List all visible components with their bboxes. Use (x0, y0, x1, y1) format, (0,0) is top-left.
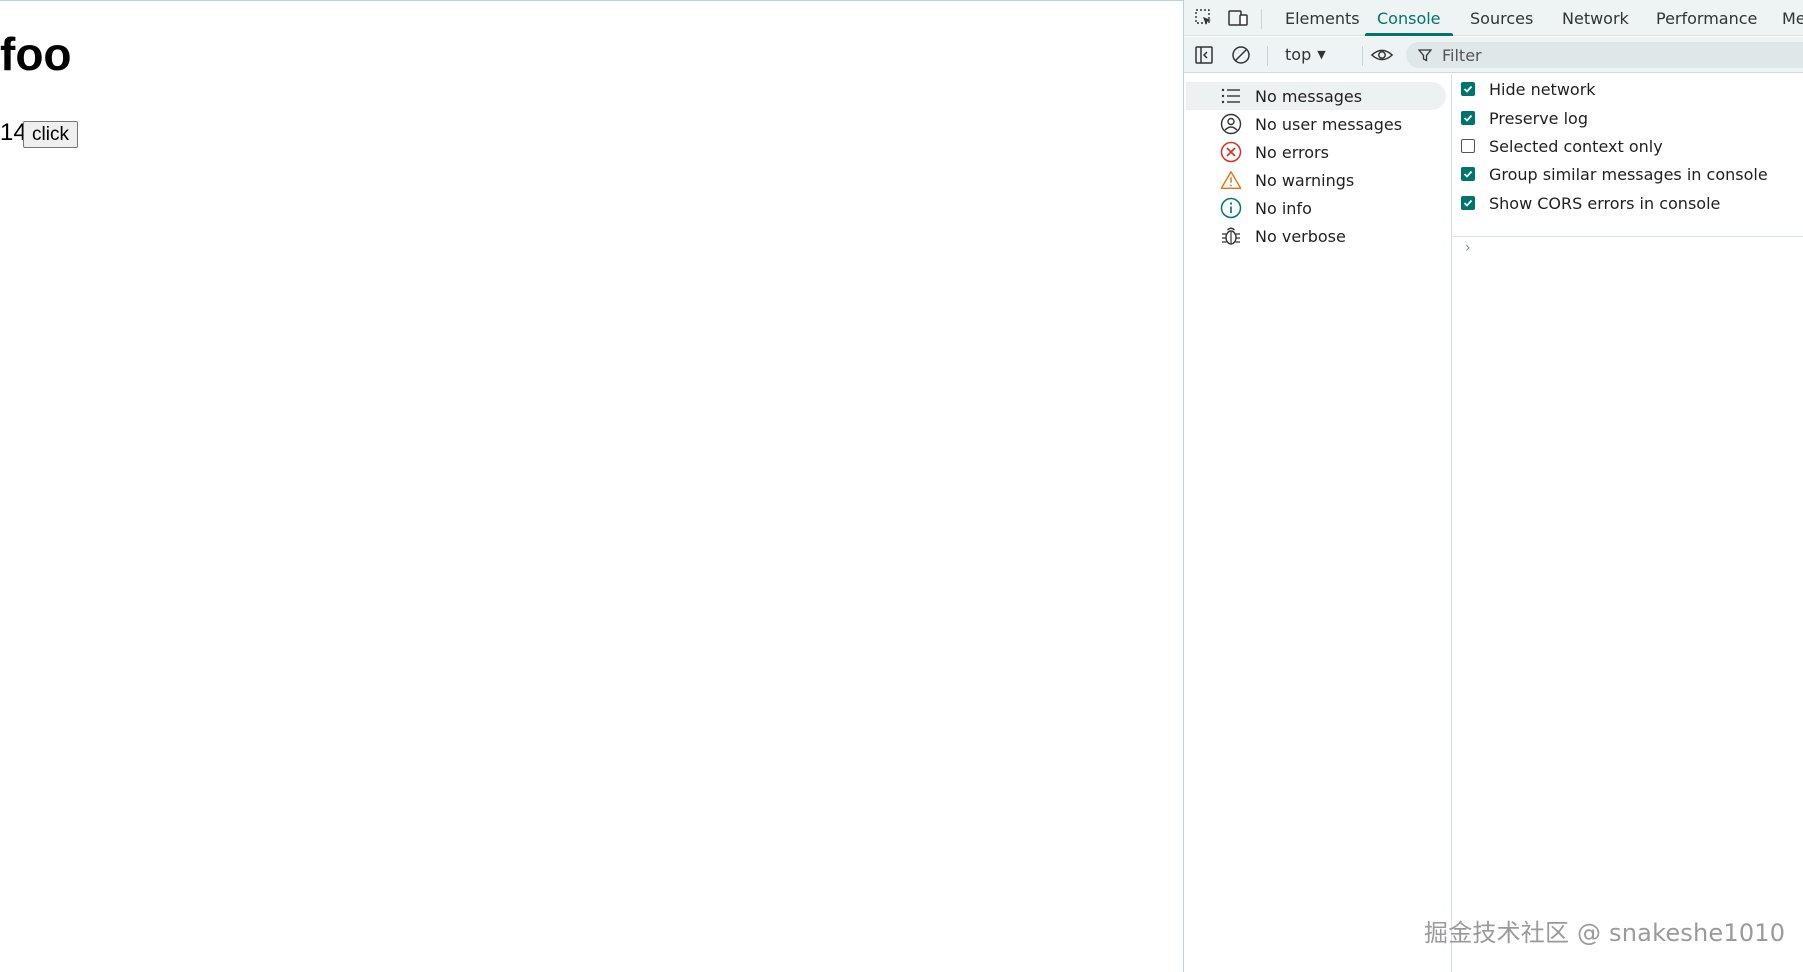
user-icon (1220, 113, 1242, 135)
error-icon (1220, 141, 1242, 163)
toolbar-separator (1261, 9, 1262, 29)
sidebar-item-errors[interactable]: No errors (1186, 138, 1446, 166)
sidebar-toggle-icon[interactable] (1192, 44, 1216, 66)
checkbox-checked[interactable] (1461, 167, 1475, 181)
context-selector[interactable]: top ▼ (1285, 44, 1326, 66)
page-heading: foo (0, 28, 72, 80)
device-toggle-icon[interactable] (1226, 7, 1250, 29)
watermark: 掘金技术社区 @ snakeshe1010 (1424, 919, 1786, 947)
setting-label: Selected context only (1489, 136, 1663, 156)
chevron-down-icon: ▼ (1317, 48, 1326, 61)
page-viewport: foo 14 click (0, 0, 1183, 972)
sidebar-item-messages[interactable]: No messages (1186, 82, 1446, 110)
inspect-element-icon[interactable] (1192, 7, 1216, 29)
sidebar-item-verbose[interactable]: No verbose (1186, 222, 1446, 250)
setting-label: Show CORS errors in console (1489, 193, 1721, 213)
checkbox-checked[interactable] (1461, 82, 1475, 96)
tab-memory[interactable]: Me (1782, 0, 1803, 36)
click-button[interactable]: click (23, 121, 78, 148)
filter-box[interactable] (1406, 42, 1803, 68)
sidebar-item-label: No errors (1255, 142, 1329, 162)
setting-selected-context-only[interactable]: Selected context only (1461, 133, 1663, 159)
filter-input[interactable] (1442, 45, 1782, 65)
setting-preserve-log[interactable]: Preserve log (1461, 105, 1588, 131)
setting-group-similar[interactable]: Group similar messages in console (1461, 161, 1768, 187)
list-icon (1220, 85, 1242, 107)
sidebar-item-label: No verbose (1255, 226, 1346, 246)
setting-show-cors-errors[interactable]: Show CORS errors in console (1461, 190, 1720, 216)
checkbox-unchecked[interactable] (1461, 139, 1475, 153)
toolbar-separator (1267, 46, 1268, 66)
setting-label: Preserve log (1489, 108, 1588, 128)
tab-sources[interactable]: Sources (1470, 0, 1533, 36)
tab-performance[interactable]: Performance (1656, 0, 1757, 36)
filter-icon (1417, 47, 1433, 66)
setting-label: Group similar messages in console (1489, 164, 1768, 184)
checkbox-checked[interactable] (1461, 196, 1475, 210)
sidebar-item-label: No info (1255, 198, 1312, 218)
tab-elements[interactable]: Elements (1285, 0, 1360, 36)
checkbox-checked[interactable] (1461, 111, 1475, 125)
screen: foo 14 click Elements Console Sources Ne… (0, 0, 1803, 972)
setting-label: Hide network (1489, 79, 1596, 99)
sidebar-item-info[interactable]: No info (1186, 194, 1446, 222)
devtools-tabbar: Elements Console Sources Network Perform… (1184, 0, 1803, 36)
sidebar-item-label: No messages (1255, 86, 1363, 106)
clear-console-icon[interactable] (1229, 44, 1253, 66)
bug-icon (1220, 225, 1242, 247)
live-expression-eye-icon[interactable] (1370, 44, 1394, 66)
warning-icon (1220, 169, 1242, 191)
setting-hide-network[interactable]: Hide network (1461, 76, 1596, 102)
tab-console[interactable]: Console (1365, 0, 1452, 36)
sidebar-item-label: No warnings (1255, 170, 1355, 190)
prompt-chevron-icon: › (1465, 240, 1471, 256)
sidebar-item-warnings[interactable]: No warnings (1186, 166, 1446, 194)
console-sidebar: No messages No user messages No errors N… (1184, 74, 1452, 972)
devtools-panel: Elements Console Sources Network Perform… (1183, 0, 1803, 972)
console-settings: Hide network Preserve log Selected conte… (1453, 74, 1803, 237)
console-prompt[interactable]: › (1465, 240, 1795, 262)
tab-network[interactable]: Network (1562, 0, 1629, 36)
toolbar-separator (1362, 46, 1363, 66)
context-selector-label: top (1285, 45, 1312, 64)
sidebar-item-label: No user messages (1255, 114, 1403, 134)
info-icon (1220, 197, 1242, 219)
sidebar-item-user-messages[interactable]: No user messages (1186, 110, 1446, 138)
console-toolbar: top ▼ (1184, 37, 1803, 73)
